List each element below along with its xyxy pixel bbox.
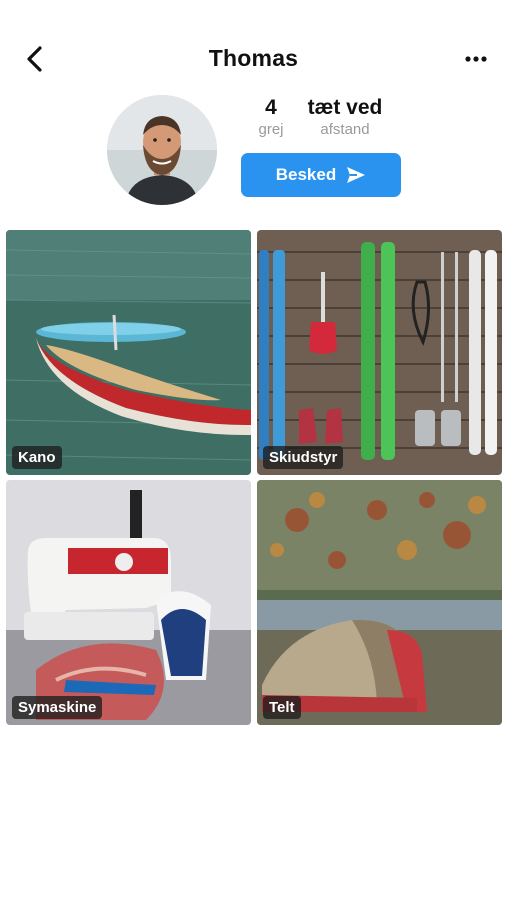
item-tile-sewing-machine[interactable]: Symaskine	[6, 480, 251, 725]
stat-distance: tæt ved afstand	[298, 96, 392, 140]
more-options-button[interactable]	[463, 48, 489, 70]
canoe-photo	[6, 230, 251, 475]
stat-label: grej	[258, 121, 284, 138]
item-label: Telt	[263, 696, 301, 719]
stat-items-count: 4 grej	[248, 96, 294, 140]
tent-photo	[257, 480, 502, 725]
item-label: Kano	[12, 446, 62, 469]
item-label: Symaskine	[12, 696, 103, 719]
item-tile-canoe[interactable]: Kano	[6, 230, 251, 475]
stat-value: tæt ved	[307, 96, 383, 119]
sewing-machine-photo	[6, 480, 251, 725]
more-horizontal-icon	[465, 56, 487, 62]
stat-label: afstand	[320, 121, 370, 138]
ski-gear-photo	[257, 230, 502, 475]
item-tile-ski-gear[interactable]: Skiudstyr	[257, 230, 502, 475]
stat-value: 4	[265, 96, 277, 119]
send-icon	[347, 167, 366, 183]
page-title: Thomas	[208, 45, 299, 71]
item-tile-tent[interactable]: Telt	[257, 480, 502, 725]
item-label: Skiudstyr	[263, 446, 344, 469]
message-button[interactable]: Besked	[241, 153, 401, 197]
message-button-label: Besked	[275, 165, 337, 184]
avatar	[107, 95, 217, 205]
